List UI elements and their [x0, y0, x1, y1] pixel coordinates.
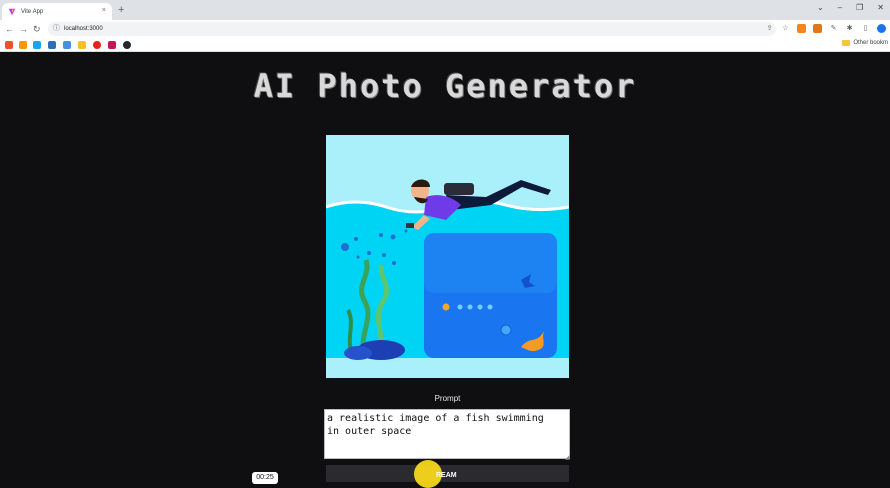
- github-icon[interactable]: [123, 41, 131, 49]
- bookmark-6-icon[interactable]: [78, 41, 86, 49]
- site-info-icon[interactable]: ⓘ: [53, 22, 60, 36]
- prompt-label: Prompt: [434, 394, 461, 403]
- browser-tab[interactable]: Vite App ×: [2, 3, 112, 20]
- page-title: AI Photo Generator: [253, 67, 637, 105]
- restore-icon[interactable]: ❐: [856, 3, 863, 12]
- back-icon[interactable]: ←: [5, 23, 14, 35]
- bookmark-star-icon[interactable]: ☆: [781, 24, 790, 33]
- reload-icon[interactable]: ↻: [33, 23, 41, 35]
- folder-icon: [842, 40, 851, 46]
- extensions-area: ⇪ ☆ ✎ ✱ ▯: [765, 24, 886, 33]
- forward-icon[interactable]: →: [19, 23, 28, 35]
- window-controls: ⌄ – ❐ ✕: [817, 3, 884, 12]
- bookmark-8-icon[interactable]: [108, 41, 116, 49]
- browser-toolbar: ← → ↻ ⓘ localhost:3000 ⇪ ☆ ✎ ✱ ▯: [0, 20, 890, 38]
- other-bookmarks-label: Other bookm: [853, 40, 888, 46]
- tab-bar: Vite App × + ⌄ – ❐ ✕: [0, 0, 890, 20]
- bookmark-5-icon[interactable]: [63, 41, 71, 49]
- profile-avatar[interactable]: [877, 24, 886, 33]
- bookmarks-bar: Other bookm: [0, 38, 890, 52]
- tab-title: Vite App: [21, 8, 44, 15]
- tab-search-icon[interactable]: ⌄: [817, 3, 824, 12]
- bookmark-7-icon[interactable]: [93, 41, 101, 49]
- diver-illustration: [326, 135, 569, 378]
- fox-extension-icon[interactable]: [813, 24, 822, 33]
- side-panel-icon[interactable]: ▯: [861, 24, 870, 33]
- resize-handle-icon[interactable]: ◢: [565, 454, 570, 461]
- prompt-input[interactable]: [324, 409, 570, 459]
- generate-button-label: REAM: [436, 472, 457, 479]
- bookmark-1-icon[interactable]: [5, 41, 13, 49]
- minimize-icon[interactable]: –: [838, 3, 842, 12]
- new-tab-button[interactable]: +: [118, 3, 124, 17]
- share-icon[interactable]: ⇪: [765, 24, 774, 33]
- puzzle-icon[interactable]: ✱: [845, 24, 854, 33]
- pen-extension-icon[interactable]: ✎: [829, 24, 838, 33]
- address-bar[interactable]: ⓘ localhost:3000: [48, 22, 776, 36]
- metamask-icon[interactable]: [797, 24, 806, 33]
- bookmark-4-icon[interactable]: [48, 41, 56, 49]
- bookmark-2-icon[interactable]: [19, 41, 27, 49]
- url-text: localhost:3000: [64, 26, 103, 32]
- vite-icon: [8, 8, 16, 15]
- generated-image: [326, 135, 569, 378]
- bookmark-3-icon[interactable]: [33, 41, 41, 49]
- close-window-icon[interactable]: ✕: [877, 3, 884, 12]
- other-bookmarks[interactable]: Other bookm: [842, 40, 888, 46]
- recording-timer: 00:25: [252, 472, 278, 484]
- app-page: AI Photo Generator Prompt a realistic im…: [0, 53, 890, 488]
- tab-close-icon[interactable]: ×: [102, 7, 106, 14]
